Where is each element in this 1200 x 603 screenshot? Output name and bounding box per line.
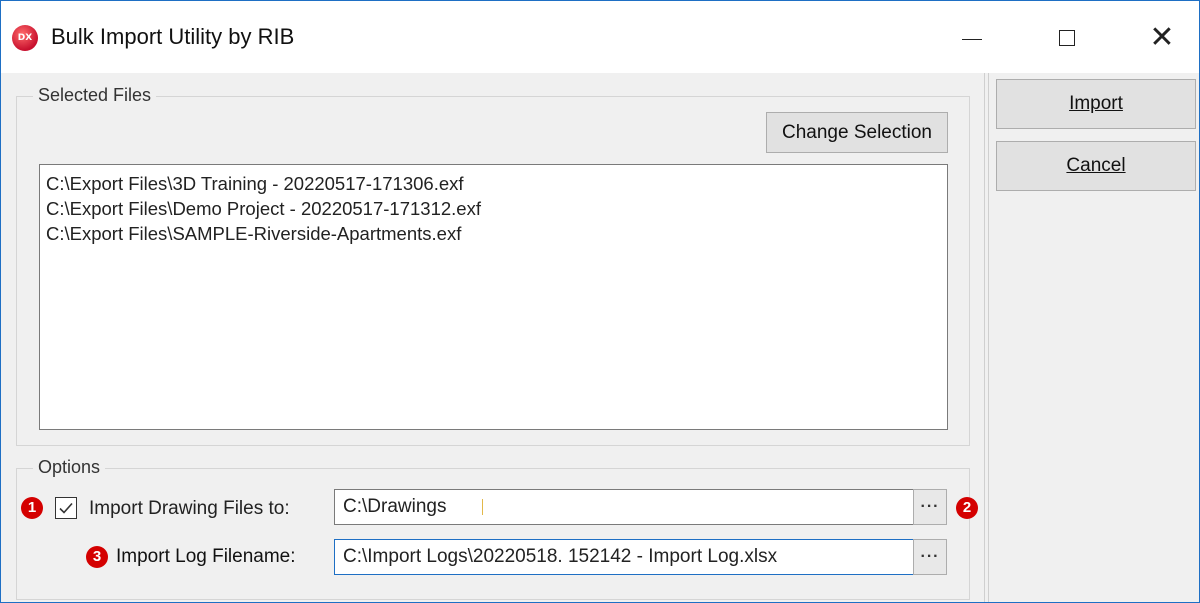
panel-divider xyxy=(988,73,989,602)
change-selection-button[interactable]: Change Selection xyxy=(766,112,948,153)
close-icon: ✕ xyxy=(1149,20,1175,55)
cancel-button-label: Cancel xyxy=(1066,155,1126,176)
options-group xyxy=(16,468,970,600)
selected-files-list[interactable]: C:\Export Files\3D Training - 20220517-1… xyxy=(39,164,948,430)
maximize-button[interactable] xyxy=(1036,15,1098,61)
window-title: Bulk Import Utility by RIB xyxy=(51,24,295,49)
selected-files-label: Selected Files xyxy=(33,85,157,106)
import-button-label: Import xyxy=(1069,93,1123,114)
browse-log-button[interactable]: ··· xyxy=(913,539,947,575)
import-button[interactable]: Import xyxy=(996,79,1196,129)
list-item[interactable]: C:\Export Files\3D Training - 20220517-1… xyxy=(46,171,941,196)
maximize-icon xyxy=(1059,30,1075,46)
panel-divider xyxy=(984,73,985,602)
drawings-folder-value: C:\Drawings xyxy=(343,496,447,517)
minimize-button[interactable] xyxy=(941,15,1003,61)
drawings-folder-input[interactable]: C:\Drawings xyxy=(334,489,914,525)
close-button[interactable]: ✕ xyxy=(1131,15,1193,61)
import-drawings-checkbox[interactable] xyxy=(55,497,77,519)
app-logo-icon: DX xyxy=(12,25,38,51)
list-item[interactable]: C:\Export Files\Demo Project - 20220517-… xyxy=(46,196,941,221)
text-caret xyxy=(482,499,483,515)
annotation-badge-2: 2 xyxy=(956,497,978,519)
cancel-button[interactable]: Cancel xyxy=(996,141,1196,191)
minimize-icon xyxy=(962,38,982,40)
browse-drawings-button[interactable]: ··· xyxy=(913,489,947,525)
import-log-input[interactable]: C:\Import Logs\20220518. 152142 - Import… xyxy=(334,539,914,575)
main-window: DX Bulk Import Utility by RIB ✕ Selected… xyxy=(0,0,1200,603)
options-label: Options xyxy=(33,457,106,478)
checkmark-icon xyxy=(59,502,73,514)
annotation-badge-3: 3 xyxy=(86,546,108,568)
title-bar[interactable]: DX Bulk Import Utility by RIB ✕ xyxy=(1,1,1199,73)
list-item[interactable]: C:\Export Files\SAMPLE-Riverside-Apartme… xyxy=(46,221,941,246)
import-log-value: C:\Import Logs\20220518. 152142 - Import… xyxy=(343,546,778,567)
annotation-badge-1: 1 xyxy=(21,497,43,519)
import-drawings-label[interactable]: Import Drawing Files to: xyxy=(89,498,290,520)
import-log-label: Import Log Filename: xyxy=(116,546,296,567)
